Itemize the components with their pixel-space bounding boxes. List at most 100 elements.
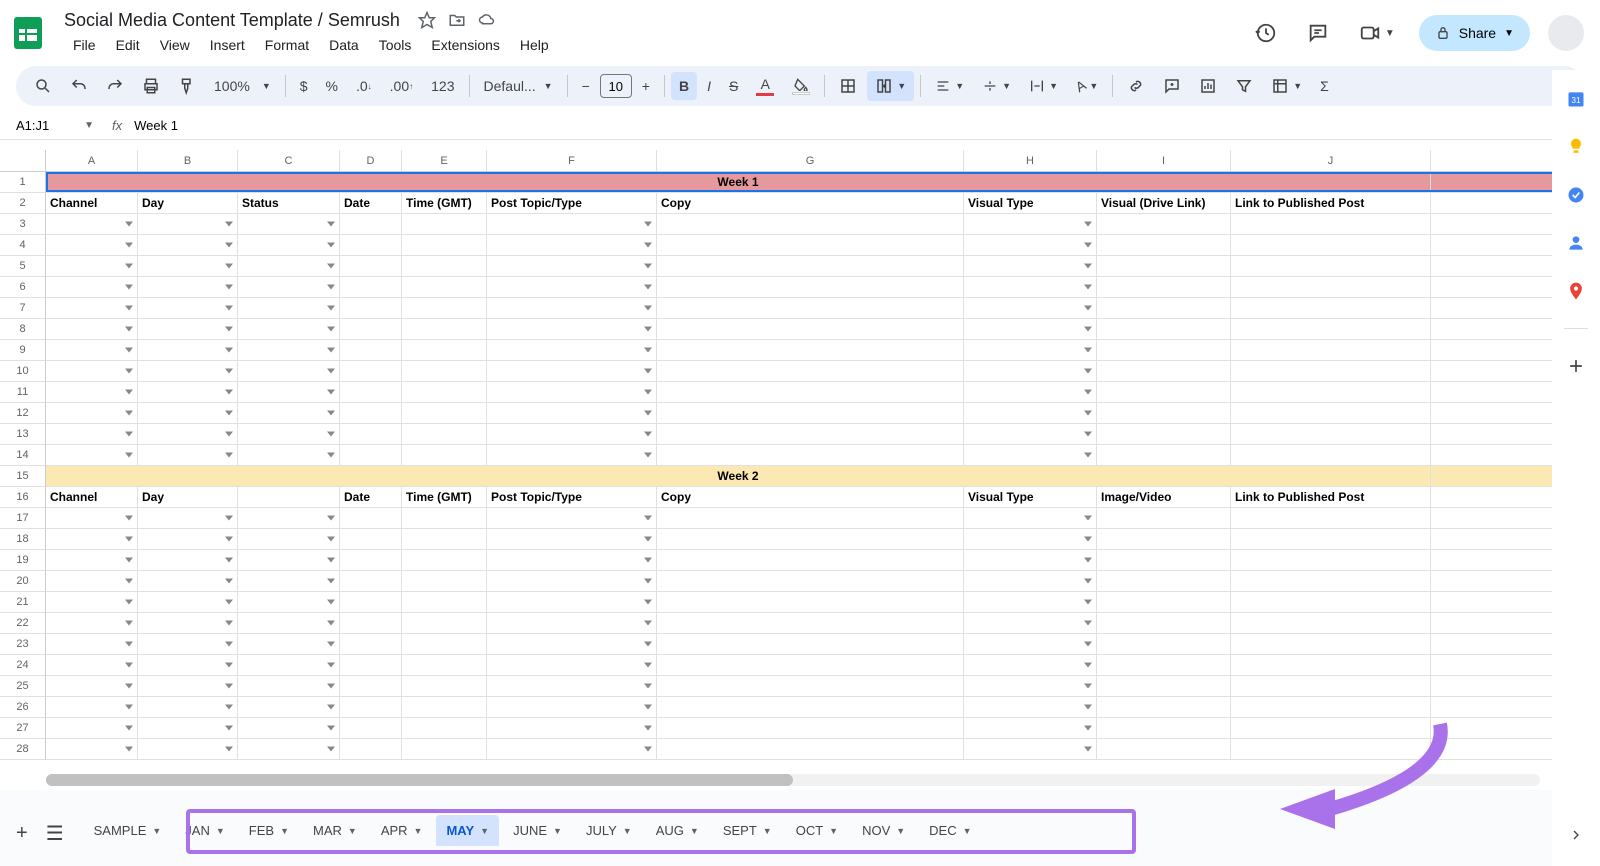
cell[interactable]: Post Topic/Type bbox=[487, 193, 657, 213]
cell[interactable]: Visual (Drive Link) bbox=[1097, 193, 1231, 213]
cell[interactable] bbox=[487, 592, 657, 612]
cell[interactable] bbox=[238, 361, 340, 381]
cell[interactable] bbox=[1097, 571, 1231, 591]
insert-chart-icon[interactable] bbox=[1191, 71, 1225, 101]
cell[interactable] bbox=[238, 214, 340, 234]
sheet-tab-aug[interactable]: AUG▼ bbox=[646, 815, 709, 846]
cell[interactable] bbox=[487, 403, 657, 423]
meet-icon[interactable]: ▼ bbox=[1353, 16, 1401, 50]
cell[interactable] bbox=[340, 277, 402, 297]
strikethrough-icon[interactable]: S bbox=[721, 72, 746, 100]
sheet-tab-feb[interactable]: FEB▼ bbox=[239, 815, 299, 846]
cell[interactable] bbox=[964, 634, 1097, 654]
calendar-icon[interactable]: 31 bbox=[1565, 88, 1587, 110]
decrease-decimal-icon[interactable]: .0↓ bbox=[348, 72, 380, 100]
sheet-tab-july[interactable]: JULY▼ bbox=[576, 815, 642, 846]
cell[interactable] bbox=[1097, 214, 1231, 234]
merge-icon[interactable]: ▼ bbox=[867, 71, 914, 101]
row-header[interactable]: 6 bbox=[0, 277, 46, 298]
cell[interactable] bbox=[46, 445, 138, 465]
cell[interactable] bbox=[964, 697, 1097, 717]
cell[interactable] bbox=[46, 655, 138, 675]
cell[interactable] bbox=[657, 424, 964, 444]
cell[interactable] bbox=[46, 298, 138, 318]
cell[interactable] bbox=[657, 613, 964, 633]
cell[interactable] bbox=[964, 424, 1097, 444]
cell[interactable] bbox=[238, 487, 340, 507]
cell[interactable]: Copy bbox=[657, 193, 964, 213]
cell[interactable] bbox=[487, 214, 657, 234]
cell[interactable] bbox=[340, 361, 402, 381]
cell[interactable] bbox=[1097, 403, 1231, 423]
cell[interactable] bbox=[1231, 361, 1431, 381]
font-increase-icon[interactable]: + bbox=[634, 72, 658, 100]
cell[interactable] bbox=[46, 676, 138, 696]
row-header[interactable]: 21 bbox=[0, 592, 46, 613]
add-comment-icon[interactable] bbox=[1155, 71, 1189, 101]
add-sheet-icon[interactable]: + bbox=[16, 822, 28, 845]
cell[interactable] bbox=[138, 508, 238, 528]
cell[interactable] bbox=[402, 403, 487, 423]
row-header[interactable]: 8 bbox=[0, 319, 46, 340]
cell[interactable] bbox=[340, 298, 402, 318]
cell[interactable] bbox=[238, 256, 340, 276]
cell[interactable]: Channel bbox=[46, 487, 138, 507]
row-header[interactable]: 28 bbox=[0, 739, 46, 760]
cell[interactable] bbox=[402, 214, 487, 234]
row-header[interactable]: 18 bbox=[0, 529, 46, 550]
row-header[interactable]: 15 bbox=[0, 466, 46, 487]
cell[interactable] bbox=[402, 634, 487, 654]
cell[interactable] bbox=[238, 592, 340, 612]
menu-insert[interactable]: Insert bbox=[201, 33, 254, 57]
cell[interactable] bbox=[487, 508, 657, 528]
cell[interactable] bbox=[340, 508, 402, 528]
cell[interactable] bbox=[1231, 613, 1431, 633]
move-icon[interactable] bbox=[448, 11, 466, 29]
select-all-corner[interactable] bbox=[0, 150, 46, 171]
cell[interactable] bbox=[138, 634, 238, 654]
maps-icon[interactable] bbox=[1565, 280, 1587, 302]
cell[interactable]: Copy bbox=[657, 487, 964, 507]
cell[interactable] bbox=[1097, 634, 1231, 654]
cell[interactable] bbox=[340, 676, 402, 696]
cell[interactable] bbox=[46, 235, 138, 255]
cell[interactable] bbox=[340, 613, 402, 633]
cell[interactable] bbox=[402, 592, 487, 612]
cell[interactable]: Channel bbox=[46, 193, 138, 213]
cell[interactable] bbox=[238, 508, 340, 528]
cell[interactable] bbox=[487, 319, 657, 339]
menu-extensions[interactable]: Extensions bbox=[422, 33, 508, 57]
col-header[interactable]: E bbox=[402, 150, 487, 171]
cell[interactable]: Status bbox=[238, 193, 340, 213]
cell[interactable] bbox=[1097, 529, 1231, 549]
cell[interactable] bbox=[1231, 235, 1431, 255]
cell[interactable] bbox=[138, 718, 238, 738]
row-header[interactable]: 5 bbox=[0, 256, 46, 277]
row-header[interactable]: 13 bbox=[0, 424, 46, 445]
cell[interactable]: Week 1 bbox=[46, 172, 1431, 192]
text-color-icon[interactable]: A bbox=[748, 70, 782, 102]
cell[interactable] bbox=[1097, 550, 1231, 570]
cell[interactable] bbox=[238, 298, 340, 318]
wrap-icon[interactable]: ▼ bbox=[1021, 72, 1066, 100]
row-header[interactable]: 14 bbox=[0, 445, 46, 466]
cell[interactable] bbox=[657, 256, 964, 276]
cell[interactable] bbox=[1231, 298, 1431, 318]
cell[interactable] bbox=[340, 235, 402, 255]
menu-view[interactable]: View bbox=[151, 33, 199, 57]
cell[interactable] bbox=[1231, 529, 1431, 549]
menu-data[interactable]: Data bbox=[320, 33, 368, 57]
cell[interactable] bbox=[1097, 361, 1231, 381]
cell[interactable] bbox=[138, 403, 238, 423]
cell[interactable] bbox=[657, 403, 964, 423]
cell[interactable] bbox=[487, 235, 657, 255]
cell[interactable] bbox=[138, 424, 238, 444]
cell[interactable] bbox=[138, 256, 238, 276]
cell[interactable] bbox=[402, 445, 487, 465]
cell[interactable]: Day bbox=[138, 487, 238, 507]
cell[interactable]: Image/Video bbox=[1097, 487, 1231, 507]
cell[interactable] bbox=[1231, 718, 1431, 738]
cell[interactable] bbox=[1097, 718, 1231, 738]
col-header[interactable]: B bbox=[138, 150, 238, 171]
cell[interactable] bbox=[238, 655, 340, 675]
